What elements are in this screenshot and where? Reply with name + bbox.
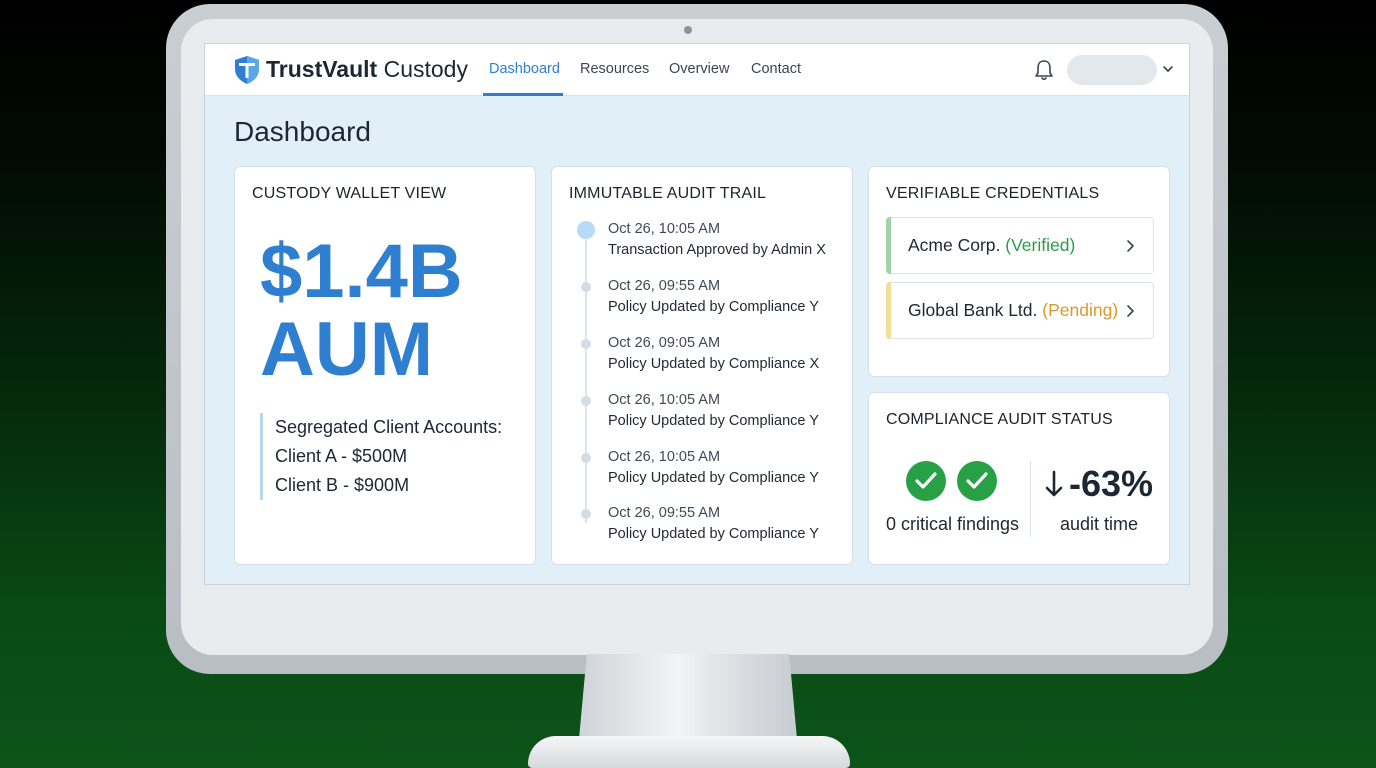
brand-name[interactable]: TrustVault Custody [266, 56, 468, 83]
brand-name-bold: TrustVault [266, 56, 378, 82]
credential-status-verified: (Verified) [1005, 235, 1076, 255]
bell-icon[interactable] [1034, 59, 1054, 81]
timeline-dot [581, 339, 591, 349]
audit-entry-text: Policy Updated by Compliance X [608, 356, 820, 372]
camera-dot [684, 26, 692, 34]
check-circle-icon [906, 461, 946, 501]
app-screen: TrustVault Custody Dashboard Resources O… [204, 43, 1190, 585]
card-title: COMPLIANCE AUDIT STATUS [886, 411, 1113, 428]
page-title: Dashboard [234, 116, 371, 147]
timeline-dot [581, 396, 591, 406]
check-circle-icon [957, 461, 997, 501]
card-title: VERIFIABLE CREDENTIALS [886, 185, 1100, 202]
client-account: Client B - $900M [275, 475, 410, 495]
arrow-down-icon [1045, 470, 1063, 497]
audit-entry-text: Transaction Approved by Admin X [608, 242, 826, 258]
audit-trail-card: IMMUTABLE AUDIT TRAIL Oct 26, 10:05 AM T… [551, 166, 853, 565]
aum-amount: $1.4B [260, 229, 463, 314]
aum-unit: AUM [260, 307, 434, 392]
top-navbar: TrustVault Custody Dashboard Resources O… [205, 44, 1189, 96]
critical-findings-label: 0 critical findings [886, 514, 1020, 534]
credential-name: Global Bank Ltd. [908, 300, 1038, 320]
nav-resources[interactable]: Resources [580, 61, 649, 77]
credential-label: Acme Corp. (Verified) [908, 235, 1075, 256]
active-tab-indicator [483, 93, 563, 96]
audit-entry-time: Oct 26, 10:05 AM [608, 221, 721, 237]
timeline-dot-active [577, 221, 595, 239]
timeline-line [585, 233, 587, 523]
audit-entry-time: Oct 26, 09:55 AM [608, 505, 721, 521]
chevron-right-icon [1127, 240, 1134, 252]
audit-entry-text: Policy Updated by Compliance Y [608, 470, 819, 486]
audit-entry-time: Oct 26, 10:05 AM [608, 392, 721, 408]
verified-indicator [886, 217, 891, 274]
client-account: Client A - $500M [275, 446, 408, 466]
timeline-dot [581, 453, 591, 463]
credential-status-pending: (Pending) [1042, 300, 1119, 320]
chevron-right-icon [1127, 305, 1134, 317]
audit-time-label: audit time [1060, 514, 1139, 534]
nav-overview[interactable]: Overview [669, 61, 729, 77]
timeline-dot [581, 509, 591, 519]
shield-logo-icon [235, 56, 259, 84]
card-title: CUSTODY WALLET VIEW [252, 185, 447, 202]
divider [1030, 461, 1031, 537]
card-title: IMMUTABLE AUDIT TRAIL [569, 185, 767, 202]
nav-dashboard[interactable]: Dashboard [489, 61, 560, 77]
audit-entry-time: Oct 26, 09:05 AM [608, 335, 721, 351]
audit-entry-text: Policy Updated by Compliance Y [608, 526, 819, 542]
chevron-down-icon[interactable] [1162, 64, 1174, 74]
brand-name-light: Custody [383, 56, 468, 82]
audit-entry-text: Policy Updated by Compliance Y [608, 299, 819, 315]
verifiable-credentials-card: VERIFIABLE CREDENTIALS Acme Corp. (Verif… [868, 166, 1170, 377]
user-menu[interactable] [1067, 55, 1157, 85]
audit-entry-time: Oct 26, 10:05 AM [608, 449, 721, 465]
compliance-audit-card: COMPLIANCE AUDIT STATUS 0 critical findi… [868, 392, 1170, 565]
nav-contact[interactable]: Contact [751, 61, 801, 77]
credential-row-global-bank[interactable]: Global Bank Ltd. (Pending) [886, 282, 1154, 339]
pending-indicator [886, 282, 891, 339]
segregated-accounts: Segregated Client Accounts: Client A - $… [260, 413, 502, 500]
segregated-heading: Segregated Client Accounts: [275, 417, 503, 437]
audit-entry-text: Policy Updated by Compliance Y [608, 413, 819, 429]
audit-time-change: -63% [1069, 463, 1154, 504]
monitor-stand-base [528, 736, 850, 768]
audit-entry-time: Oct 26, 09:55 AM [608, 278, 721, 294]
credential-label: Global Bank Ltd. (Pending) [908, 300, 1118, 321]
timeline-dot [581, 282, 591, 292]
credential-row-acme[interactable]: Acme Corp. (Verified) [886, 217, 1154, 274]
credential-name: Acme Corp. [908, 235, 1001, 255]
custody-wallet-card: CUSTODY WALLET VIEW $1.4B AUM Segregated… [234, 166, 536, 565]
